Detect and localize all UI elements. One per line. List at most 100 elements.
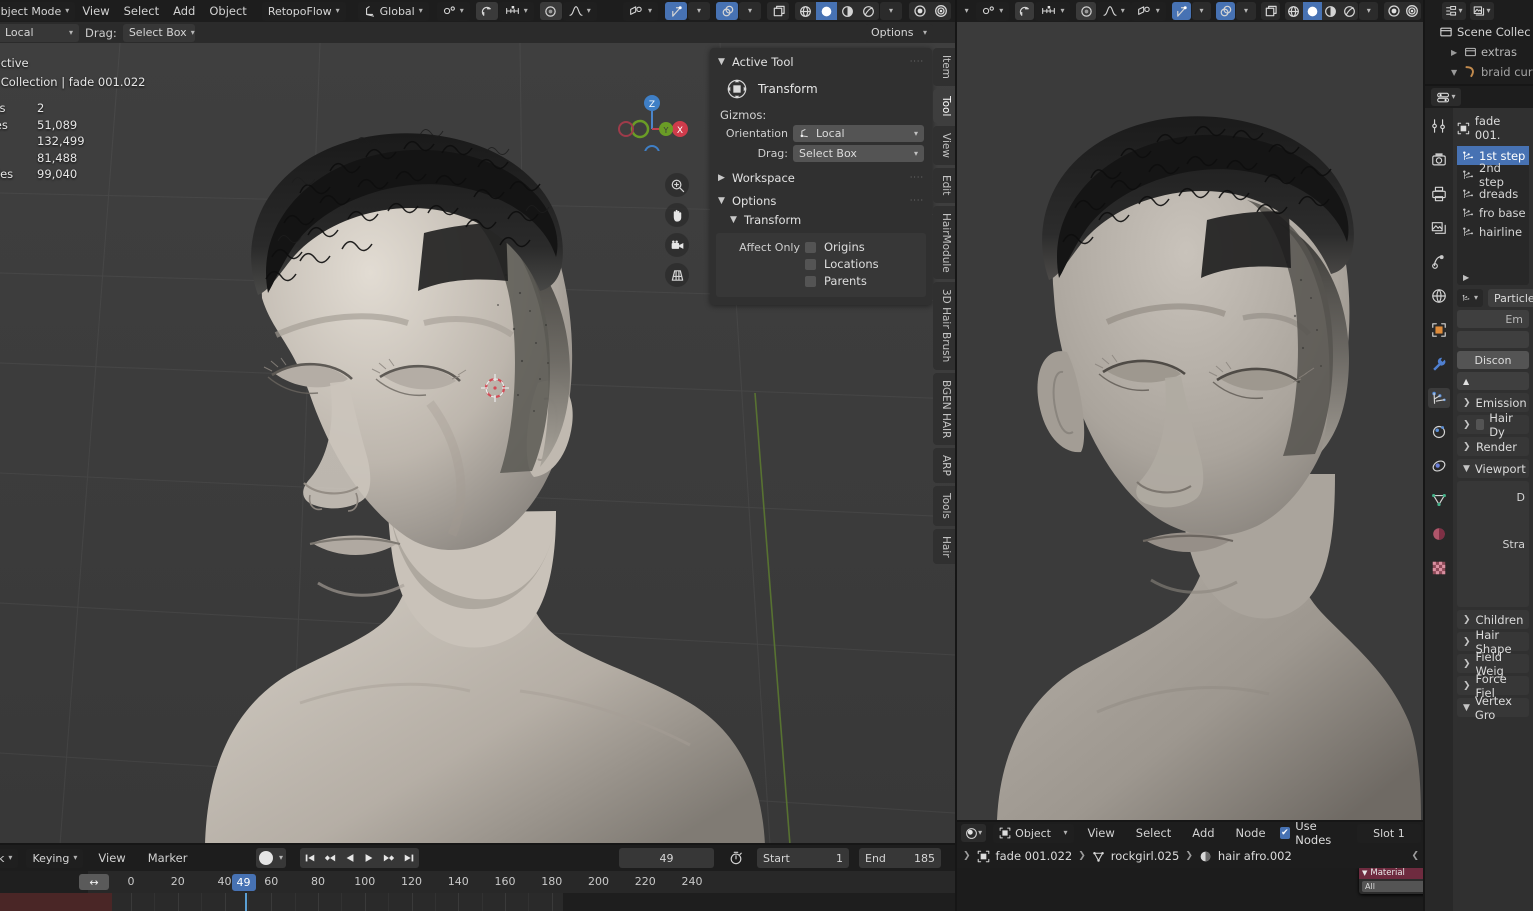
affect-only-row[interactable]: Parents [722, 274, 920, 288]
shader-menu-add[interactable]: Add [1185, 824, 1221, 842]
divider-horizontal-timeline[interactable] [0, 843, 955, 845]
jump-end-icon[interactable] [403, 852, 415, 864]
n-panel-tab-item[interactable]: Item [933, 48, 955, 86]
shader-menu-node[interactable]: Node [1229, 824, 1273, 842]
panel-header-render[interactable]: ❯ Render [1457, 437, 1529, 456]
n-panel-tab-hairmodule[interactable]: HairModule [933, 205, 955, 280]
overlays-toggle[interactable] [716, 2, 738, 20]
shading-wireframe-button-2[interactable] [1284, 2, 1304, 20]
render-preview-button[interactable] [909, 2, 930, 20]
viewport-display-panel[interactable]: ▼ Viewport D Stra [1453, 459, 1533, 607]
tab-particles[interactable] [1428, 388, 1450, 408]
playback-controls[interactable] [300, 848, 419, 868]
shader-editor-type[interactable]: ▾ [961, 824, 987, 842]
chevron-right-icon[interactable]: ❯ [1463, 637, 1471, 647]
timeline-channels[interactable] [0, 893, 955, 911]
timeline-menu-view[interactable]: View [91, 849, 132, 867]
shading-solid-button[interactable] [816, 2, 837, 20]
emitter-field[interactable]: Em [1457, 310, 1529, 328]
particle-system-fro-base[interactable]: fro base [1457, 203, 1529, 222]
collapse-row[interactable]: ▲ [1457, 372, 1529, 390]
particle-system-list[interactable]: 1st step 2nd step dreads fro base hairline ▶ [1457, 146, 1529, 285]
falloff-selector-2[interactable]: ▾ [1096, 1, 1131, 21]
snap-magnet-toggle-2[interactable] [1015, 2, 1035, 20]
shader-editor[interactable]: ▾ Object ▾ View Select Add Node ✔ Use No… [957, 819, 1423, 911]
viewport-nav-buttons[interactable] [665, 173, 689, 287]
render-preview-group[interactable] [909, 2, 951, 20]
particle-datablock-row[interactable]: ▾ Particle [1457, 289, 1533, 307]
play-icon[interactable] [363, 852, 375, 864]
playhead[interactable] [244, 893, 247, 911]
menu-view[interactable]: View [75, 2, 116, 20]
chevron-left-icon[interactable]: ❮ [1411, 851, 1419, 861]
jump-start-icon[interactable] [304, 852, 316, 864]
use-nodes-toggle[interactable]: ✔ Use Nodes [1279, 819, 1350, 847]
pan-button[interactable] [665, 203, 689, 227]
panel-header-hair-dy[interactable]: ❯ Hair Dy [1457, 411, 1529, 439]
gizmo-orientation-row[interactable]: Orientation Local ▾ [718, 125, 924, 142]
tab-material[interactable] [1428, 524, 1450, 544]
disconnect-row[interactable]: Discon [1457, 351, 1529, 369]
shader-breadcrumb[interactable]: ❯ fade 001.022 ❯ rockgirl.025 ❯ hair afr… [957, 844, 1423, 868]
checkbox-origins[interactable] [805, 241, 816, 253]
pivot-selector-2[interactable]: ▾ [976, 1, 1010, 21]
particle-system-dreads[interactable]: dreads [1457, 184, 1529, 203]
chevron-right-icon[interactable]: ❯ [1463, 442, 1471, 452]
properties-editor-type[interactable]: ▾ [1431, 88, 1461, 106]
play-reverse-icon[interactable] [344, 852, 356, 864]
gizmo-toggle-2[interactable] [1171, 2, 1191, 20]
outliner-row-scene-collection[interactable]: Scene Collec [1439, 22, 1533, 42]
shading-rendered-button[interactable] [858, 2, 879, 20]
n-panel-tab-3d-hair-brush[interactable]: 3D Hair Brush [933, 282, 955, 370]
checkbox-locations[interactable] [805, 258, 816, 270]
properties-editor[interactable]: ▾ fade 001. 1st step 2nd step dreads fro… [1425, 86, 1533, 911]
drag-mode-selector[interactable]: Select Box ▾ [122, 23, 195, 42]
editor-type-selector-2[interactable]: ▾ [957, 2, 976, 20]
panel-header-vertex-gro[interactable]: ▼ Vertex Gro [1457, 694, 1529, 722]
checkbox-parents[interactable] [805, 275, 816, 287]
properties-body[interactable]: fade 001. 1st step 2nd step dreads fro base… [1453, 108, 1533, 911]
chevron-right-icon[interactable]: ❯ [1463, 398, 1471, 408]
outliner-editor[interactable]: ▾ ▾ Scene Collec ▶ extras ▼ braid cur [1425, 0, 1533, 85]
snap-target-selector[interactable]: ▾ [498, 1, 534, 21]
options-button[interactable]: Options ▾ [865, 23, 933, 42]
proportional-edit-toggle-2[interactable] [1076, 2, 1096, 20]
n-panel-tab-tool[interactable]: Tool [933, 88, 955, 124]
shader-editor-header[interactable]: ▾ Object ▾ View Select Add Node ✔ Use No… [957, 819, 1423, 847]
panel-header-viewport-display[interactable]: ▼ Viewport [1457, 459, 1529, 478]
blank-field-row[interactable] [1457, 331, 1529, 348]
divider-horizontal-shader[interactable] [957, 820, 1423, 822]
tab-constraints[interactable] [1428, 456, 1450, 476]
viewport-header-left[interactable]: Object Mode▾ View Select Add Object Reto… [0, 0, 955, 22]
shading-options-2[interactable]: ▾ [1359, 2, 1379, 20]
chevron-right-icon[interactable]: ❯ [1463, 420, 1471, 430]
xray-toggle-2[interactable] [1260, 2, 1280, 20]
outliner-header[interactable]: ▾ ▾ [1425, 0, 1533, 22]
start-frame-field[interactable]: Start 1 [757, 848, 849, 868]
outliner-row-extras[interactable]: ▶ extras [1439, 42, 1533, 62]
shading-solid-button-2[interactable] [1303, 2, 1322, 20]
transform-subpanel-header[interactable]: ▼ Transform [710, 211, 932, 229]
menu-object[interactable]: Object [202, 2, 253, 20]
viewport-header-right[interactable]: ▾ ▾ ▾ ▾ ▾ ▾ ▾ ▾ [957, 0, 1423, 22]
active-tool-panel-header[interactable]: ▼ Active Tool ···· [710, 52, 932, 72]
render-preview-button-2[interactable] [1384, 2, 1403, 20]
camera-button[interactable] [665, 233, 689, 257]
particle-list-expand[interactable]: ▶ [1457, 269, 1529, 285]
orientation-dropdown[interactable]: Local ▾ [793, 125, 924, 142]
workspace-panel-header[interactable]: ▶ Workspace ···· [710, 168, 932, 188]
panel-header-hair-shape[interactable]: ❯ Hair Shape [1457, 628, 1529, 656]
n-panel-tab-edit[interactable]: Edit [933, 168, 955, 203]
tab-physics[interactable] [1428, 422, 1450, 442]
shading-mode-group-2[interactable] [1284, 2, 1359, 20]
render-final-button[interactable] [930, 2, 951, 20]
particle-system-2nd-step[interactable]: 2nd step [1457, 161, 1529, 189]
breadcrumb-material[interactable]: hair afro.002 [1218, 849, 1292, 863]
visibility-selector-2[interactable]: ▾ [1130, 1, 1166, 21]
shader-menu-view[interactable]: View [1081, 824, 1122, 842]
material-node[interactable]: ▼ Material All [1359, 868, 1423, 894]
xray-toggle[interactable] [767, 2, 789, 20]
collapse-toggle[interactable]: ▲ [1457, 372, 1529, 390]
disconnect-button[interactable]: Discon [1457, 351, 1529, 369]
n-panel-tab-hair[interactable]: Hair [933, 528, 955, 565]
